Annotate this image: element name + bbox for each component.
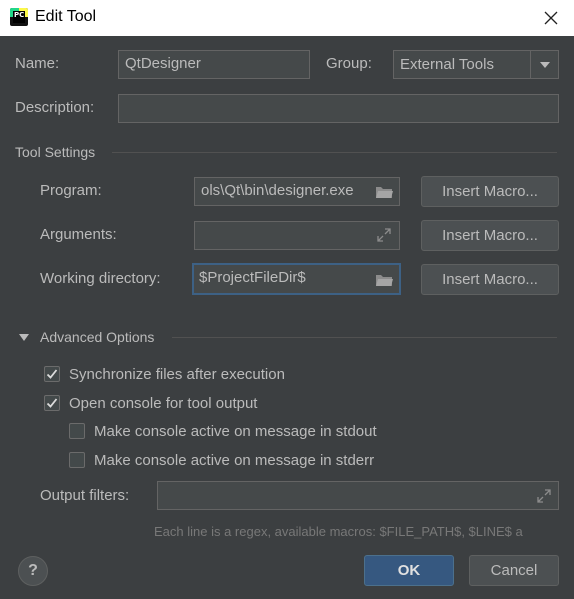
program-label: Program: bbox=[40, 182, 102, 199]
advanced-options-divider bbox=[172, 337, 557, 338]
checkmark-icon bbox=[46, 398, 58, 408]
description-input[interactable] bbox=[118, 94, 559, 123]
chevron-down-icon bbox=[539, 61, 550, 68]
folder-icon[interactable] bbox=[374, 272, 394, 288]
open-console-label[interactable]: Open console for tool output bbox=[69, 395, 257, 412]
help-icon: ? bbox=[28, 562, 38, 579]
help-button[interactable]: ? bbox=[18, 556, 48, 586]
expand-icon[interactable] bbox=[376, 227, 392, 243]
dropdown-arrow[interactable] bbox=[530, 51, 558, 78]
console-stdout-label[interactable]: Make console active on message in stdout bbox=[94, 423, 377, 440]
output-filters-input[interactable] bbox=[157, 481, 559, 510]
name-label: Name: bbox=[15, 55, 60, 72]
advanced-options-title[interactable]: Advanced Options bbox=[40, 329, 154, 345]
arguments-input[interactable] bbox=[194, 221, 400, 250]
open-console-checkbox[interactable] bbox=[44, 395, 60, 411]
sync-files-checkbox[interactable] bbox=[44, 366, 60, 382]
pycharm-logo-icon: PC bbox=[10, 8, 28, 26]
description-label: Description: bbox=[15, 99, 95, 116]
program-value: ols\Qt\bin\designer.exe bbox=[201, 182, 354, 199]
output-filters-hint: Each line is a regex, available macros: … bbox=[154, 524, 523, 539]
app-icon-text: PC bbox=[13, 11, 25, 23]
collapse-triangle-icon[interactable] bbox=[18, 332, 30, 342]
console-stderr-label[interactable]: Make console active on message in stderr bbox=[94, 452, 374, 469]
title-bar: PC Edit Tool bbox=[0, 0, 574, 36]
program-input[interactable]: ols\Qt\bin\designer.exe bbox=[194, 177, 400, 206]
console-stderr-checkbox[interactable] bbox=[69, 452, 85, 468]
close-button[interactable] bbox=[538, 5, 564, 31]
folder-icon[interactable] bbox=[374, 184, 394, 200]
cancel-button[interactable]: Cancel bbox=[469, 555, 559, 586]
arguments-insert-macro-button[interactable]: Insert Macro... bbox=[421, 220, 559, 251]
working-directory-input[interactable]: $ProjectFileDir$ bbox=[192, 263, 401, 295]
ok-button[interactable]: OK bbox=[364, 555, 454, 586]
working-directory-label: Working directory: bbox=[40, 270, 161, 287]
group-dropdown[interactable]: External Tools bbox=[393, 50, 559, 79]
group-label: Group: bbox=[326, 55, 372, 72]
tool-settings-divider bbox=[112, 152, 557, 153]
output-filters-label: Output filters: bbox=[40, 487, 130, 504]
arguments-label: Arguments: bbox=[40, 226, 117, 243]
tool-settings-title: Tool Settings bbox=[15, 144, 96, 160]
window-title: Edit Tool bbox=[35, 8, 97, 25]
expand-icon[interactable] bbox=[536, 488, 552, 504]
working-directory-value: $ProjectFileDir$ bbox=[199, 269, 306, 286]
program-insert-macro-button[interactable]: Insert Macro... bbox=[421, 176, 559, 207]
close-icon bbox=[544, 11, 558, 25]
working-directory-insert-macro-button[interactable]: Insert Macro... bbox=[421, 264, 559, 295]
sync-files-label[interactable]: Synchronize files after execution bbox=[69, 366, 285, 383]
checkmark-icon bbox=[46, 369, 58, 379]
console-stdout-checkbox[interactable] bbox=[69, 423, 85, 439]
name-input[interactable]: QtDesigner bbox=[118, 50, 310, 79]
group-selected-value: External Tools bbox=[400, 56, 494, 73]
